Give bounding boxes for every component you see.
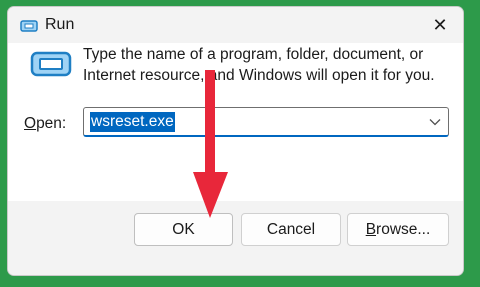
open-label: Open: bbox=[24, 115, 66, 133]
ok-button[interactable]: OK bbox=[134, 213, 233, 246]
close-icon: ✕ bbox=[432, 14, 448, 35]
instruction-text: Type the name of a program, folder, docu… bbox=[83, 46, 435, 84]
open-label-mnemonic: O bbox=[24, 115, 37, 132]
browse-mnemonic: B bbox=[365, 220, 377, 238]
close-button[interactable]: ✕ bbox=[417, 7, 463, 43]
browse-button[interactable]: Browse... bbox=[347, 213, 449, 246]
chevron-down-icon[interactable] bbox=[427, 112, 443, 132]
title-bar: Run ✕ bbox=[8, 7, 463, 43]
open-label-rest: pen: bbox=[36, 115, 67, 132]
command-input[interactable]: wsreset.exe bbox=[90, 112, 175, 132]
run-app-icon bbox=[20, 20, 38, 32]
run-program-icon bbox=[30, 51, 72, 77]
window-title: Run bbox=[45, 16, 75, 33]
command-combobox[interactable]: wsreset.exe bbox=[83, 107, 449, 137]
cancel-button[interactable]: Cancel bbox=[241, 213, 341, 246]
browse-label-rest: rowse... bbox=[376, 220, 431, 238]
